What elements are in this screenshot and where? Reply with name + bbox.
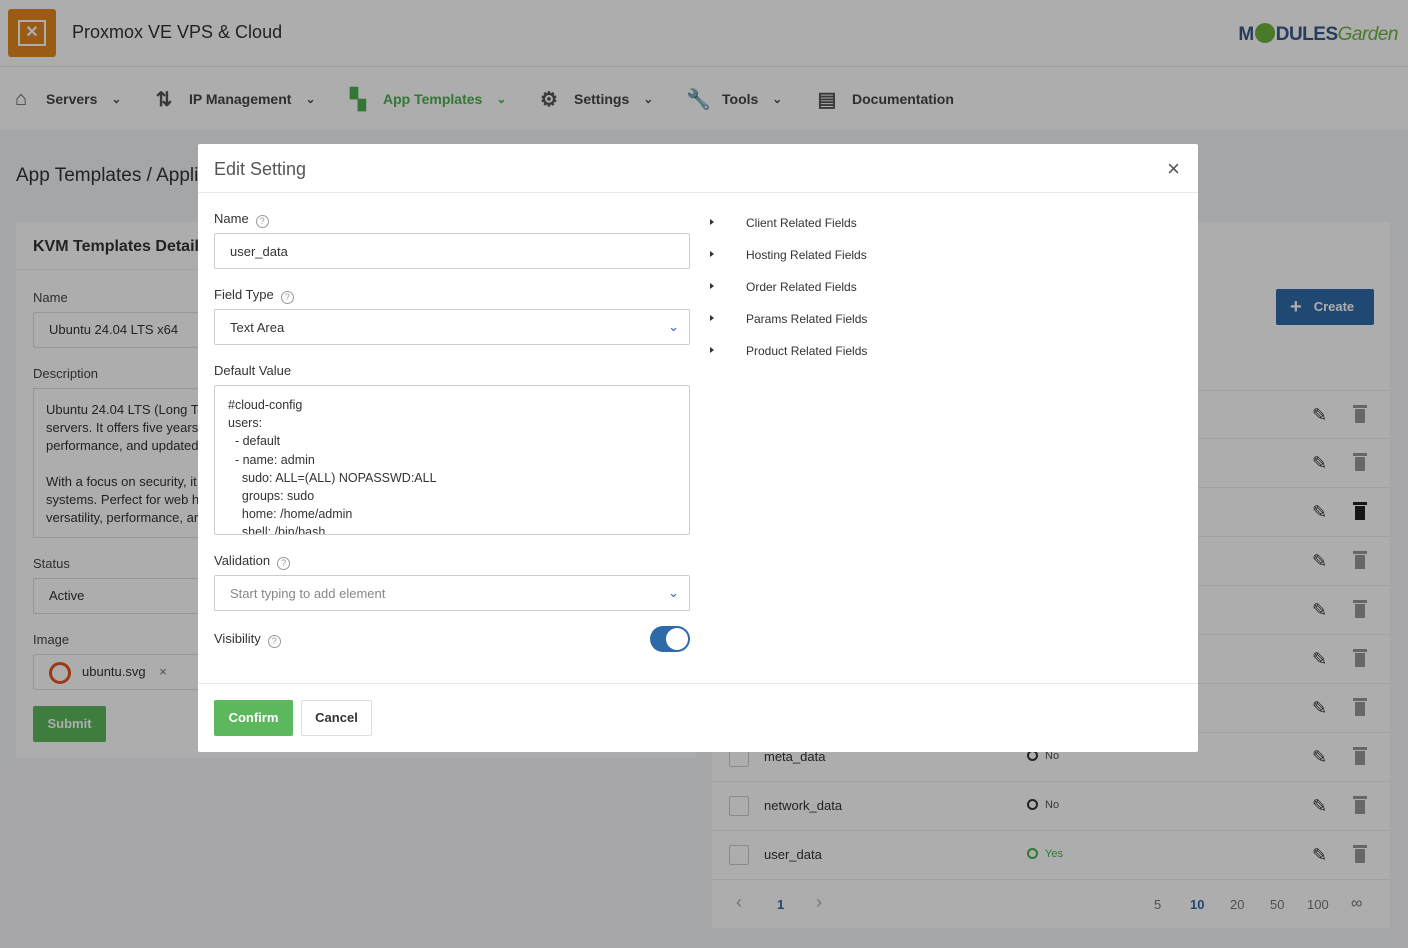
toggle-knob [666, 628, 688, 650]
tree-item-client[interactable]: Client Related Fields [710, 216, 1010, 236]
caret-right-icon [710, 347, 714, 353]
tree-item-label: Params Related Fields [746, 312, 867, 326]
caret-right-icon [710, 251, 714, 257]
field-type-select[interactable]: Text Area ⌄ [214, 309, 690, 345]
name-input[interactable]: user_data [214, 233, 690, 269]
visibility-label: Visibility? [214, 631, 281, 648]
field-type-value: Text Area [230, 320, 284, 335]
default-value-label: Default Value [214, 363, 291, 378]
help-icon[interactable]: ? [277, 557, 290, 570]
modal-title: Edit Setting [198, 144, 1198, 193]
validation-label: Validation? [214, 553, 290, 570]
tree-item-hosting[interactable]: Hosting Related Fields [710, 248, 1010, 268]
cancel-button[interactable]: Cancel [301, 700, 372, 736]
validation-label-text: Validation [214, 553, 270, 568]
tree-item-product[interactable]: Product Related Fields [710, 344, 1010, 364]
chevron-down-icon: ⌄ [668, 319, 679, 335]
name-label-text: Name [214, 211, 249, 226]
visibility-label-text: Visibility [214, 631, 261, 646]
validation-placeholder: Start typing to add element [230, 586, 385, 601]
help-icon[interactable]: ? [268, 635, 281, 648]
caret-right-icon [710, 283, 714, 289]
tree-item-label: Product Related Fields [746, 344, 867, 358]
visibility-toggle[interactable] [650, 626, 690, 652]
help-icon[interactable]: ? [281, 291, 294, 304]
modal-footer: Confirm Cancel [198, 683, 1198, 752]
validation-select[interactable]: Start typing to add element ⌄ [214, 575, 690, 611]
help-icon[interactable]: ? [256, 215, 269, 228]
tree-item-label: Order Related Fields [746, 280, 857, 294]
tree-item-order[interactable]: Order Related Fields [710, 280, 1010, 300]
tree-item-label: Hosting Related Fields [746, 248, 867, 262]
tree-item-label: Client Related Fields [746, 216, 857, 230]
edit-setting-modal: Edit Setting × Name? user_data Field Typ… [198, 144, 1198, 752]
confirm-button[interactable]: Confirm [214, 700, 293, 736]
chevron-down-icon: ⌄ [668, 585, 679, 601]
caret-right-icon [710, 219, 714, 225]
name-field-label: Name? [214, 211, 269, 228]
field-type-label-text: Field Type [214, 287, 274, 302]
field-type-label: Field Type? [214, 287, 294, 304]
caret-right-icon [710, 315, 714, 321]
tree-item-params[interactable]: Params Related Fields [710, 312, 1010, 332]
close-icon[interactable]: × [1167, 156, 1180, 182]
default-value-textarea[interactable]: #cloud-config users: - default - name: a… [214, 385, 690, 535]
